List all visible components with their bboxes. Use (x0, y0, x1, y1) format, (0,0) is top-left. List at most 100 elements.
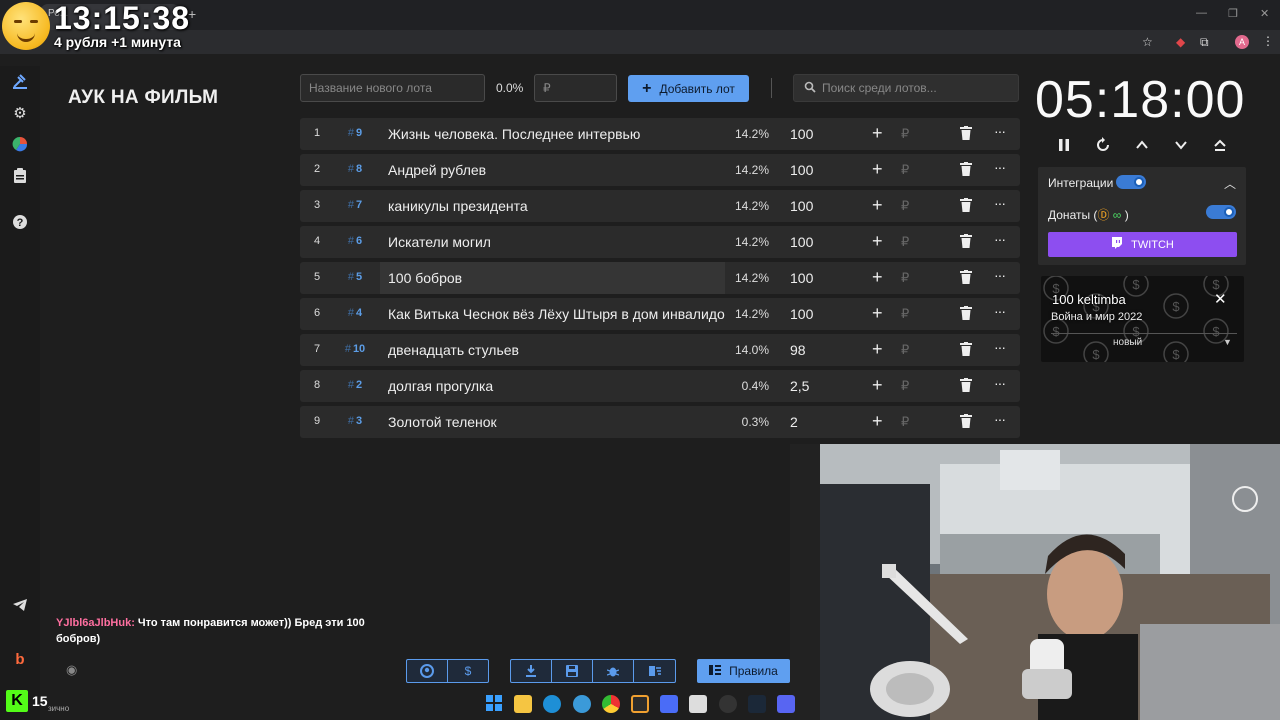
ruble-icon[interactable]: ₽ (901, 126, 909, 142)
lot-name[interactable]: долгая прогулка (380, 370, 725, 402)
delete-lot-trash-icon[interactable] (960, 126, 976, 142)
more-options-icon[interactable]: ··· (994, 267, 1006, 283)
lot-row[interactable]: 3 #7 каникулы президента 14.2% 100 + ₽ ··· (300, 190, 1020, 222)
close-window-icon[interactable]: ✕ (1260, 7, 1269, 20)
lot-amount[interactable]: 100 (790, 162, 813, 178)
ruble-icon[interactable]: ₽ (901, 162, 909, 178)
edge-browser-icon[interactable] (543, 695, 561, 713)
lot-name[interactable]: Золотой теленок (380, 406, 725, 438)
add-to-lot-plus-icon[interactable]: + (872, 411, 883, 432)
lot-name[interactable]: 100 бобров (380, 262, 725, 294)
ruble-icon[interactable]: ₽ (901, 270, 909, 286)
lot-search[interactable] (793, 74, 1019, 102)
ruble-icon[interactable]: ₽ (901, 378, 909, 394)
donate-dollar-button[interactable]: $ (447, 659, 489, 683)
file-explorer-icon[interactable] (514, 695, 532, 713)
nav-auction-icon[interactable] (10, 72, 30, 92)
add-to-lot-plus-icon[interactable]: + (872, 267, 883, 288)
lot-row[interactable]: 8 #2 долгая прогулка 0.4% 2,5 + ₽ ··· (300, 370, 1020, 402)
maximize-icon[interactable]: ❐ (1228, 7, 1238, 20)
new-lot-amount-input[interactable] (534, 74, 617, 102)
delete-lot-trash-icon[interactable] (960, 270, 976, 286)
stats-app-icon[interactable] (660, 695, 678, 713)
lot-name[interactable]: Как Витька Чеснок вёз Лёху Штыря в дом и… (380, 298, 725, 330)
lot-row[interactable]: 9 #3 Золотой теленок 0.3% 2 + ₽ ··· (300, 406, 1020, 438)
donations-toggle[interactable] (1206, 205, 1236, 219)
lot-row[interactable]: 5 #5 100 бобров 14.2% 100 + ₽ ··· (300, 262, 1020, 294)
delete-lot-trash-icon[interactable] (960, 306, 976, 322)
delete-lot-trash-icon[interactable] (960, 378, 976, 394)
add-time-chevron-up-icon[interactable] (1131, 137, 1153, 159)
close-icon[interactable]: ✕ (1214, 290, 1227, 308)
more-options-icon[interactable]: ··· (994, 231, 1006, 247)
more-options-icon[interactable]: ··· (994, 339, 1006, 355)
delete-lot-trash-icon[interactable] (960, 234, 976, 250)
add-to-lot-plus-icon[interactable]: + (872, 339, 883, 360)
more-options-icon[interactable]: ··· (994, 159, 1006, 175)
active-app-icon[interactable] (631, 695, 649, 713)
lot-row[interactable]: 1 #9 Жизнь человека. Последнее интервью 14.… (300, 118, 1020, 150)
browser-menu-icon[interactable]: ⋮ (1262, 34, 1274, 48)
integrations-toggle[interactable] (1116, 175, 1146, 189)
reduce-time-chevron-down-icon[interactable] (1170, 137, 1192, 159)
lot-amount[interactable]: 100 (790, 234, 813, 250)
lot-row[interactable]: 6 #4 Как Витька Чеснок вёз Лёху Штыря в до… (300, 298, 1020, 330)
add-lot-button[interactable]: + Добавить лот (628, 75, 749, 102)
extensions-puzzle-icon[interactable]: ⧉ (1200, 35, 1209, 50)
lot-name[interactable]: двенадцать стульев (380, 334, 725, 366)
extension-icon[interactable]: ◆ (1176, 35, 1185, 49)
nav-help-icon[interactable]: ? (10, 214, 30, 234)
lot-row[interactable]: 4 #6 Искатели могил 14.2% 100 + ₽ ··· (300, 226, 1020, 258)
save-button[interactable] (551, 659, 593, 683)
add-to-lot-plus-icon[interactable]: + (872, 375, 883, 396)
lot-amount[interactable]: 2,5 (790, 378, 809, 394)
nav-clipboard-icon[interactable] (10, 168, 30, 188)
lot-amount[interactable]: 100 (790, 306, 813, 322)
more-options-icon[interactable]: ··· (994, 123, 1006, 139)
donation-card[interactable]: $ $ $ $ $ $ $ $ $ $ 100 keltimba Война и мир 202… (1041, 276, 1244, 362)
nav-boosty-icon[interactable]: b (10, 650, 30, 670)
donation-lot-select[interactable]: новый ▼ (1051, 333, 1237, 355)
lot-amount[interactable]: 98 (790, 342, 806, 358)
nav-telegram-icon[interactable] (10, 598, 30, 618)
add-to-lot-plus-icon[interactable]: + (872, 231, 883, 252)
lot-row[interactable]: 2 #8 Андрей рублев 14.2% 100 + ₽ ··· (300, 154, 1020, 186)
lot-amount[interactable]: 2 (790, 414, 798, 430)
reset-timer-icon[interactable] (1092, 137, 1114, 159)
nav-stats-pie-icon[interactable] (10, 136, 30, 156)
add-to-lot-plus-icon[interactable]: + (872, 159, 883, 180)
collapse-chevron-up-icon[interactable]: ︿ (1224, 175, 1236, 192)
ruble-icon[interactable]: ₽ (901, 414, 909, 430)
chrome-icon[interactable] (602, 695, 620, 713)
telegram-taskbar-icon[interactable] (573, 695, 591, 713)
discord-icon[interactable] (777, 695, 795, 713)
nav-settings-gear-icon[interactable]: ⚙ (10, 104, 30, 124)
github-button[interactable] (406, 659, 448, 683)
more-options-icon[interactable]: ··· (994, 411, 1006, 427)
double-time-up-icon[interactable] (1209, 137, 1231, 159)
add-to-lot-plus-icon[interactable]: + (872, 195, 883, 216)
ruble-icon[interactable]: ₽ (901, 342, 909, 358)
lot-amount[interactable]: 100 (790, 126, 813, 142)
pause-icon[interactable] (1053, 137, 1075, 159)
obs-icon[interactable] (719, 695, 737, 713)
minimize-icon[interactable]: — (1196, 7, 1207, 19)
lot-name[interactable]: каникулы президента (380, 190, 725, 222)
windows-start-icon[interactable] (485, 695, 503, 713)
clear-lots-button[interactable] (633, 659, 676, 683)
rules-button[interactable]: Правила (697, 659, 790, 683)
more-options-icon[interactable]: ··· (994, 303, 1006, 319)
lot-name[interactable]: Андрей рублев (380, 154, 725, 186)
more-options-icon[interactable]: ··· (994, 375, 1006, 391)
lot-amount[interactable]: 100 (790, 198, 813, 214)
steam-icon[interactable] (748, 695, 766, 713)
delete-lot-trash-icon[interactable] (960, 162, 976, 178)
new-lot-name-input[interactable] (300, 74, 485, 102)
capture-app-icon[interactable] (689, 695, 707, 713)
lot-amount[interactable]: 100 (790, 270, 813, 286)
add-to-lot-plus-icon[interactable]: + (872, 123, 883, 144)
download-button[interactable] (510, 659, 552, 683)
profile-avatar[interactable]: A (1235, 35, 1249, 49)
eye-icon[interactable]: ◉ (66, 662, 77, 678)
lot-name[interactable]: Жизнь человека. Последнее интервью (380, 118, 725, 150)
